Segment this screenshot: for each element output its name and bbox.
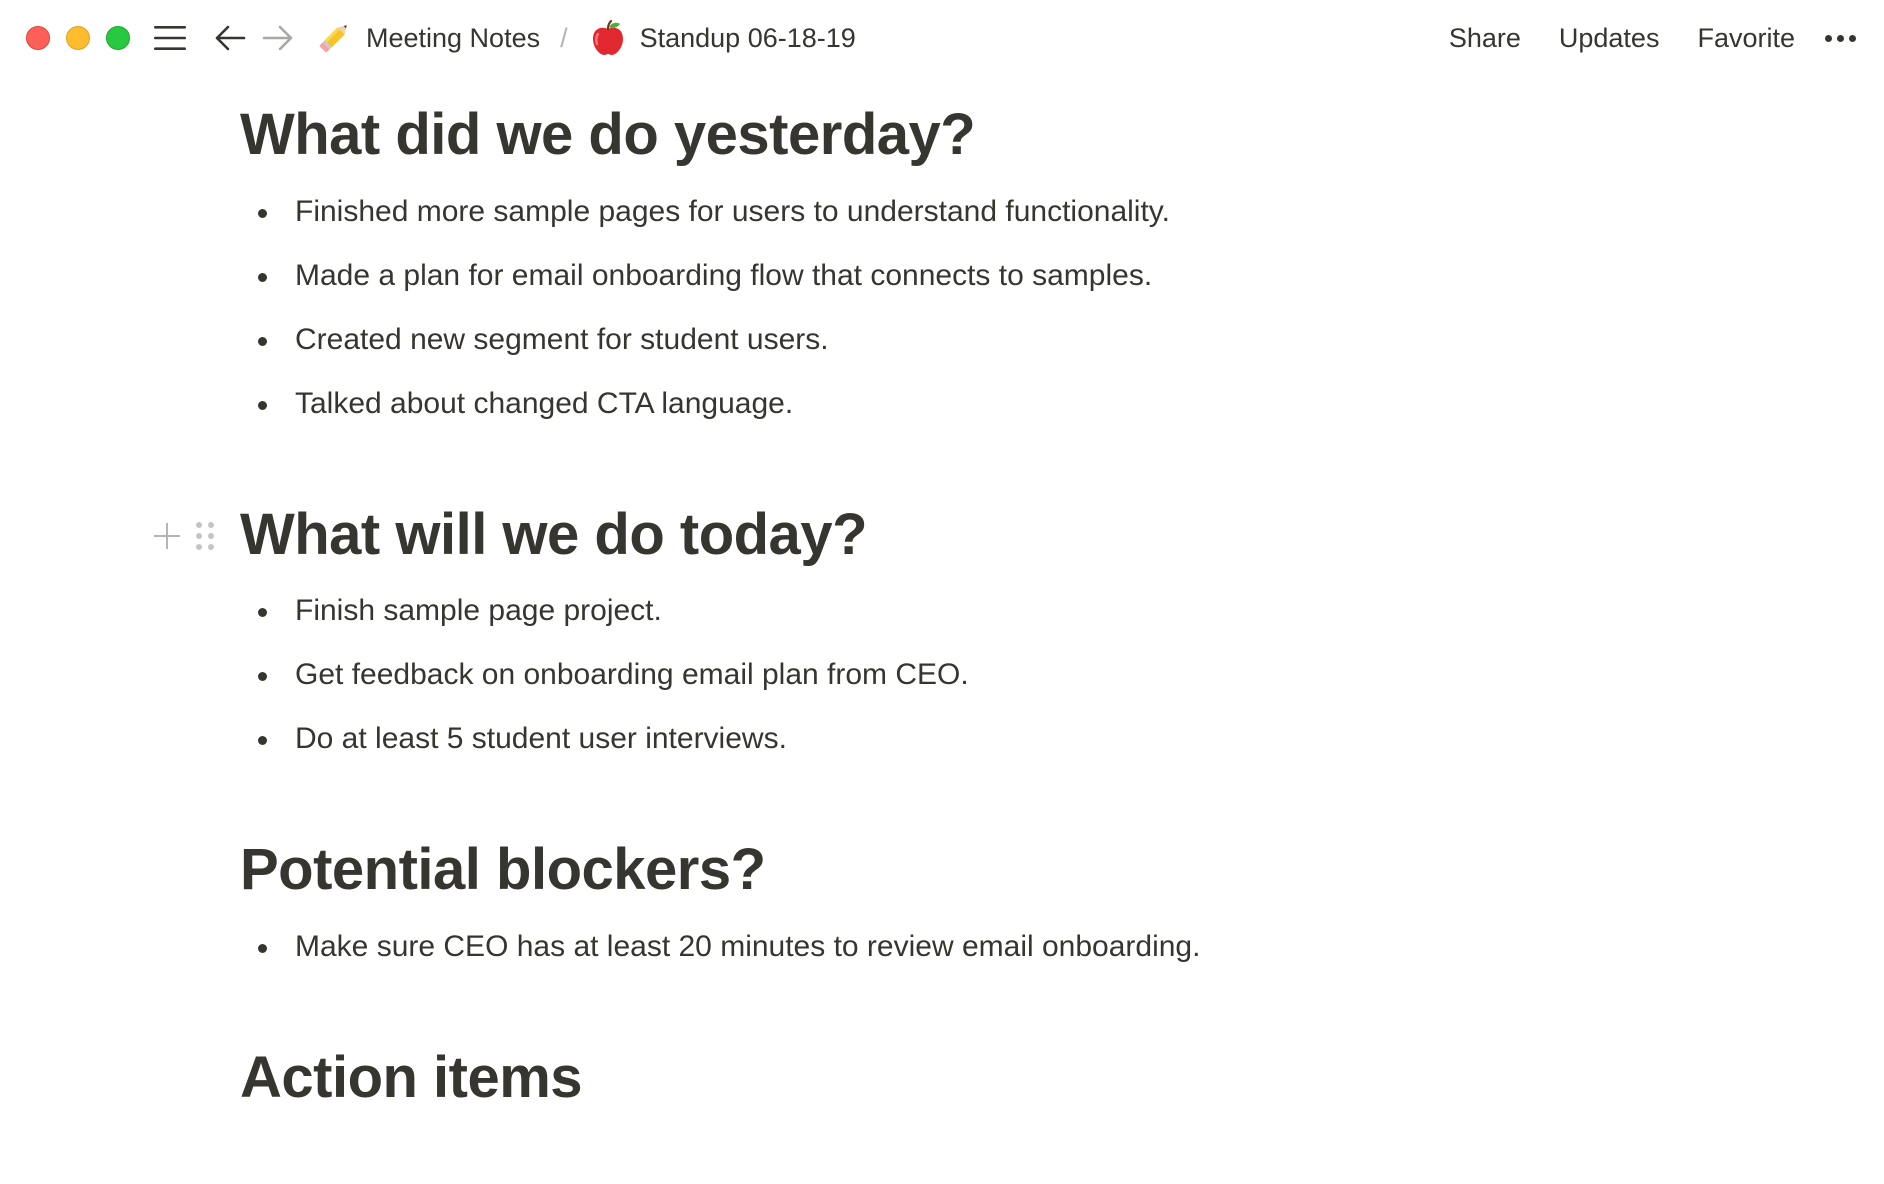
list-item[interactable]: Finish sample page project. bbox=[240, 579, 1640, 643]
heading-yesterday[interactable]: What did we do yesterday? bbox=[240, 100, 1640, 170]
favorite-button[interactable]: Favorite bbox=[1697, 23, 1795, 54]
page-content: What did we do yesterday? Finished more … bbox=[154, 100, 1640, 1113]
top-bar: Meeting Notes / Standup 06-18-19 Share U… bbox=[0, 0, 1884, 77]
more-options-icon[interactable] bbox=[1825, 34, 1856, 42]
app-window: Meeting Notes / Standup 06-18-19 Share U… bbox=[0, 0, 1884, 1184]
breadcrumb-separator: / bbox=[560, 22, 568, 53]
list-item[interactable]: Do at least 5 student user interviews. bbox=[240, 707, 1640, 771]
section-blockers: Potential blockers? Make sure CEO has at… bbox=[240, 835, 1640, 979]
list-item[interactable]: Talked about changed CTA language. bbox=[240, 372, 1640, 436]
arrow-right-icon[interactable] bbox=[260, 18, 296, 58]
bullet-list-yesterday: Finished more sample pages for users to … bbox=[240, 180, 1640, 436]
section-action-items: Action items bbox=[240, 1043, 1640, 1113]
bullet-list-today: Finish sample page project. Get feedback… bbox=[240, 579, 1640, 771]
list-item[interactable]: Make sure CEO has at least 20 minutes to… bbox=[240, 915, 1640, 979]
section-yesterday: What did we do yesterday? Finished more … bbox=[240, 100, 1640, 436]
list-item[interactable]: Made a plan for email onboarding flow th… bbox=[240, 244, 1640, 308]
share-button[interactable]: Share bbox=[1449, 23, 1521, 54]
heading-blockers[interactable]: Potential blockers? bbox=[240, 835, 1640, 905]
list-item[interactable]: Created new segment for student users. bbox=[240, 308, 1640, 372]
zoom-window-button[interactable] bbox=[106, 26, 130, 50]
breadcrumb-item-meeting-notes[interactable]: Meeting Notes bbox=[366, 23, 540, 54]
heading-today[interactable]: What will we do today? bbox=[240, 500, 1640, 570]
breadcrumb: Meeting Notes / Standup 06-18-19 bbox=[314, 18, 856, 58]
minimize-window-button[interactable] bbox=[66, 26, 90, 50]
hamburger-menu-icon[interactable] bbox=[152, 18, 188, 58]
pencil-icon bbox=[314, 18, 354, 58]
close-window-button[interactable] bbox=[26, 26, 50, 50]
heading-action-items[interactable]: Action items bbox=[240, 1043, 1640, 1113]
list-item[interactable]: Finished more sample pages for users to … bbox=[240, 180, 1640, 244]
updates-button[interactable]: Updates bbox=[1559, 23, 1660, 54]
list-item[interactable]: Get feedback on onboarding email plan fr… bbox=[240, 643, 1640, 707]
bullet-list-blockers: Make sure CEO has at least 20 minutes to… bbox=[240, 915, 1640, 979]
section-today: What will we do today? Finish sample pag… bbox=[154, 500, 1640, 772]
breadcrumb-item-standup[interactable]: Standup 06-18-19 bbox=[640, 23, 856, 54]
block-handles bbox=[152, 508, 214, 564]
arrow-left-icon[interactable] bbox=[212, 18, 248, 58]
top-actions: Share Updates Favorite bbox=[1411, 18, 1856, 58]
apple-icon bbox=[588, 18, 628, 58]
add-block-icon[interactable] bbox=[152, 521, 182, 551]
drag-handle-icon[interactable] bbox=[196, 521, 214, 550]
